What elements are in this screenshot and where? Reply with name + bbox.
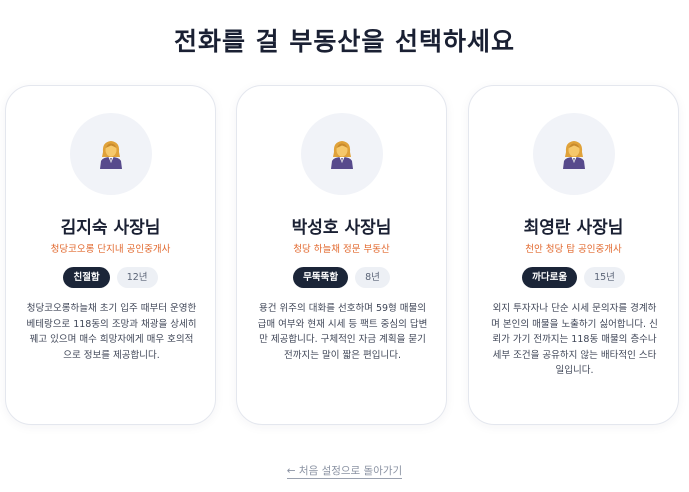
agent-description: 외지 투자자나 단순 시세 문의자를 경계하며 본인의 매물을 노출하기 싫어합…	[491, 303, 658, 376]
style-badge: 무뚝뚝함	[293, 267, 349, 288]
avatar	[70, 113, 152, 195]
agent-card-list: 김지숙 사장님 청당코오롱 단지내 공인중개사 친절함 12년 청당코오롱하늘채…	[0, 85, 689, 425]
style-badge: 친절함	[63, 267, 110, 288]
agent-tags: 친절함 12년	[6, 267, 215, 288]
agent-description: 청당코오롱하늘채 초기 입주 때부터 운영한 베테랑으로 118동의 조망과 채…	[26, 303, 197, 361]
office-worker-woman-icon	[331, 141, 353, 169]
agent-tags: 무뚝뚝함 8년	[237, 267, 446, 288]
agent-name: 최영란 사장님	[523, 218, 624, 238]
page-title: 전화를 걸 부동산을 선택하세요	[173, 27, 516, 56]
experience-badge: 8년	[355, 267, 390, 288]
experience-badge: 15년	[584, 267, 625, 288]
office-worker-woman-icon	[563, 141, 585, 169]
office-worker-woman-icon	[100, 141, 122, 169]
avatar	[301, 113, 383, 195]
agent-card[interactable]: 김지숙 사장님 청당코오롱 단지내 공인중개사 친절함 12년 청당코오롱하늘채…	[5, 85, 216, 425]
back-link-container: ← 처음 설정으로 돌아가기	[0, 459, 689, 479]
experience-badge: 12년	[116, 267, 158, 288]
avatar	[533, 113, 615, 195]
agent-card[interactable]: 최영란 사장님 천안 청당 탑 공인중개사 까다로움 15년 외지 투자자나 단…	[468, 85, 679, 425]
style-badge: 까다로움	[522, 267, 578, 288]
agent-office: 청당코오롱 단지내 공인중개사	[50, 244, 171, 255]
agent-tags: 까다로움 15년	[469, 267, 678, 288]
agent-description: 용건 위주의 대화를 선호하며 59형 매물의 급매 여부와 현재 시세 등 팩…	[257, 303, 428, 361]
agent-office: 천안 청당 탑 공인중개사	[525, 244, 622, 255]
agent-name: 김지숙 사장님	[60, 218, 161, 238]
agent-name: 박성호 사장님	[291, 218, 392, 238]
back-to-start-link[interactable]: ← 처음 설정으로 돌아가기	[286, 465, 403, 479]
agent-card[interactable]: 박성호 사장님 청당 하늘채 정문 부동산 무뚝뚝함 8년 용건 위주의 대화를…	[236, 85, 447, 425]
agent-office: 청당 하늘채 정문 부동산	[293, 244, 390, 255]
